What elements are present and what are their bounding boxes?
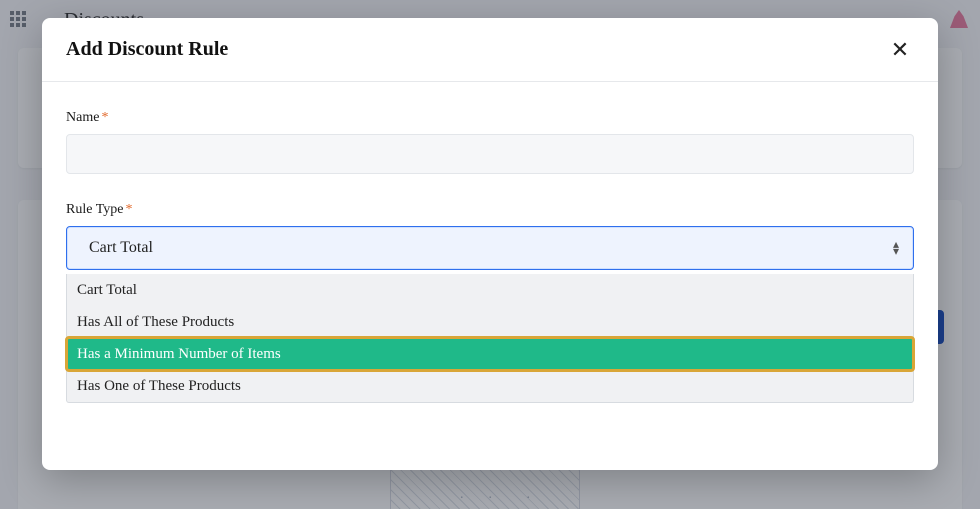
modal-header: Add Discount Rule ✕ <box>42 18 938 82</box>
rule-type-label: Rule Type* <box>66 202 914 218</box>
modal-body: Name* Rule Type* Cart Total Cart Total H… <box>42 82 938 294</box>
name-label: Name* <box>66 110 914 126</box>
rule-type-select[interactable]: Cart Total <box>66 226 914 270</box>
close-icon[interactable]: ✕ <box>886 36 914 64</box>
page-background: ‹ Discounts . . . Add Discount Rule ✕ Na… <box>0 0 980 509</box>
dropdown-option-has-all-products[interactable]: Has All of These Products <box>67 306 913 338</box>
rule-type-label-text: Rule Type <box>66 202 123 217</box>
dropdown-option-min-items[interactable]: Has a Minimum Number of Items <box>67 338 913 370</box>
dropdown-option-has-one-product[interactable]: Has One of These Products <box>67 370 913 402</box>
rule-type-dropdown: Cart Total Has All of These Products Has… <box>66 274 914 403</box>
dropdown-option-cart-total[interactable]: Cart Total <box>67 274 913 306</box>
name-input[interactable] <box>66 134 914 174</box>
sort-caret-icon <box>893 241 899 255</box>
add-discount-rule-modal: Add Discount Rule ✕ Name* Rule Type* Car… <box>42 18 938 470</box>
required-marker: * <box>125 202 132 217</box>
rule-type-selected-value: Cart Total <box>89 239 153 257</box>
required-marker: * <box>101 110 108 125</box>
name-label-text: Name <box>66 110 99 125</box>
modal-title: Add Discount Rule <box>66 38 228 61</box>
